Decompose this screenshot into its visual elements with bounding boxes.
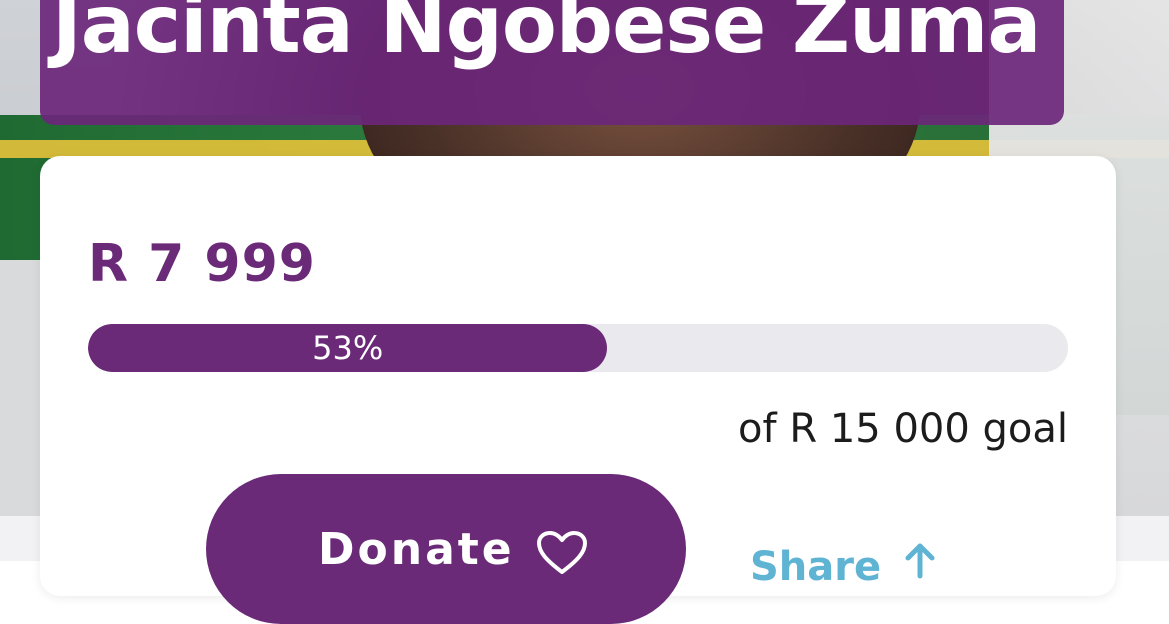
progress-percent-label: 53% [312,329,384,367]
donate-button[interactable]: Donate [206,474,686,624]
amount-raised: R 7 999 [88,234,316,294]
progress-bar-fill: 53% [88,324,608,372]
donate-button-label: Donate [318,524,515,575]
goal-amount: of R 15 000 goal [738,406,1068,452]
heart-icon [537,531,587,574]
share-icon[interactable] [898,540,942,590]
title-banner: Jacinta Ngobese Zuma [40,0,1064,125]
campaign-title: Jacinta Ngobese Zuma [52,0,1041,71]
progress-bar: 53% [88,324,1068,372]
donation-card: R 7 999 53% of R 15 000 goal Donate Shar… [40,156,1116,624]
share-link[interactable]: Share [750,544,881,590]
